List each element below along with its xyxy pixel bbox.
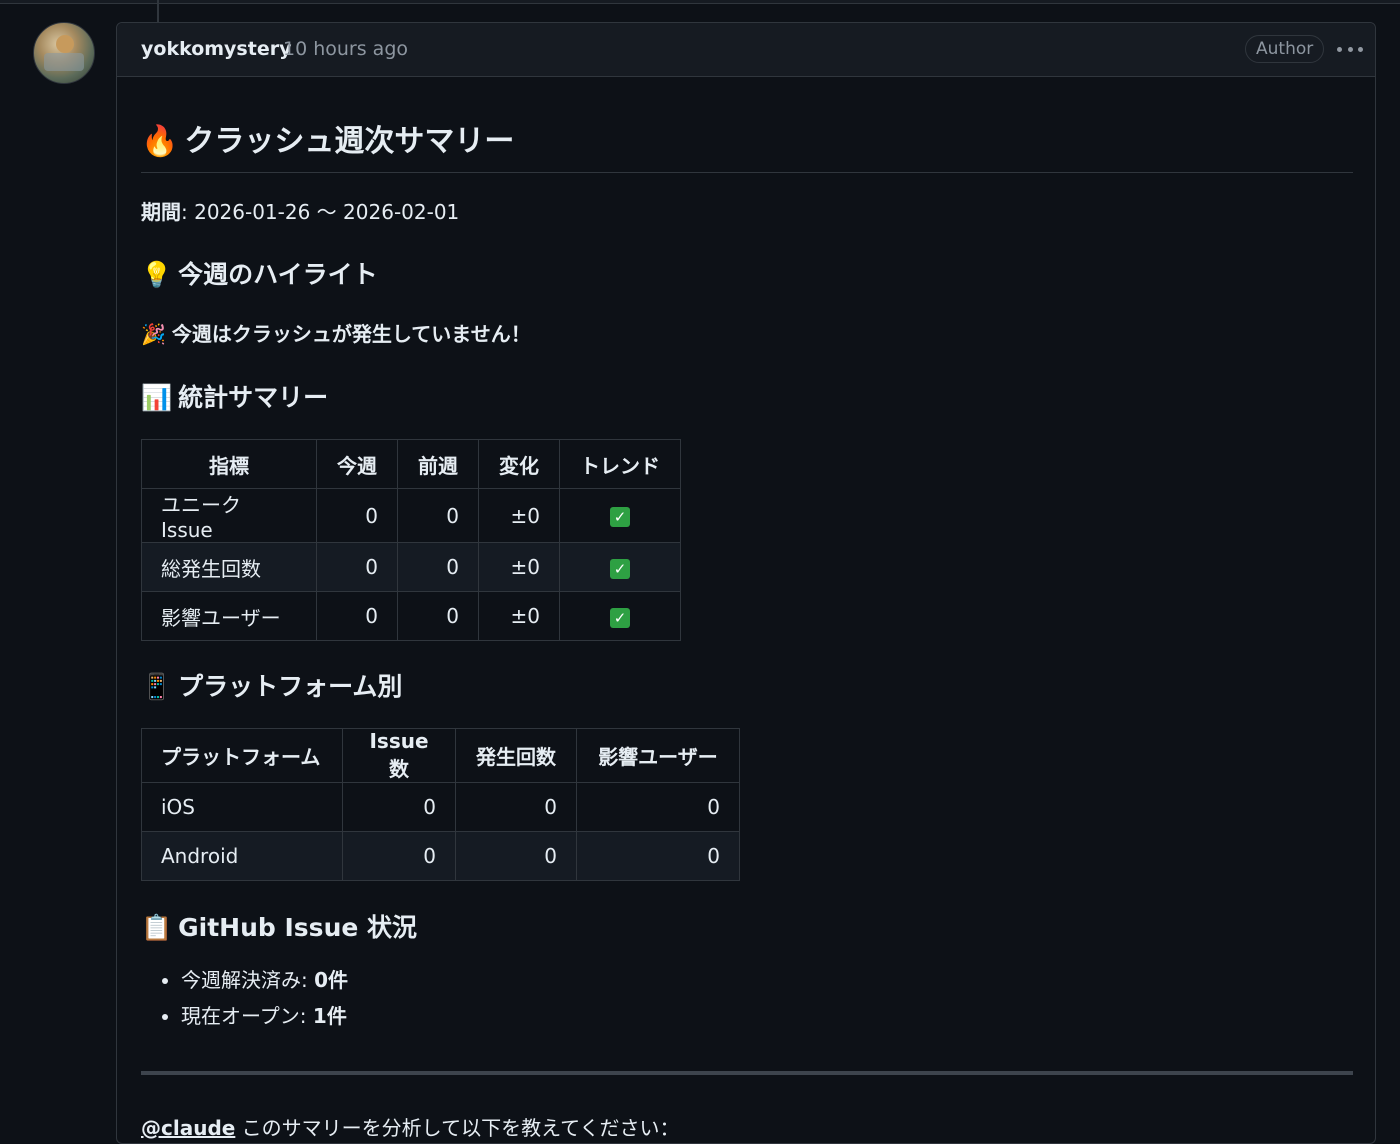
bar-chart-icon: 📊 — [141, 383, 173, 412]
period-label: 期間 — [141, 200, 181, 224]
metric-cell: 総発生回数 — [141, 542, 317, 592]
this-week-cell: 0 — [316, 488, 398, 543]
avatar[interactable] — [33, 22, 95, 84]
metric-cell: 影響ユーザー — [141, 591, 317, 641]
mobile-phone-icon: 📱 — [141, 672, 173, 701]
timeline-line — [157, 0, 159, 22]
change-cell: ±0 — [478, 591, 560, 641]
list-item: 現在オープン: 1件 — [181, 998, 348, 1034]
affected-users-cell: 0 — [576, 831, 740, 881]
platform-table: プラットフォーム Issue数 発生回数 影響ユーザー iOS 0 0 0 An… — [141, 728, 740, 881]
platform-cell: Android — [141, 831, 343, 881]
comment-header: yokkomystery 10 hours ago Author — [117, 23, 1375, 77]
occurrences-cell: 0 — [455, 831, 577, 881]
col-this-week: 今週 — [316, 439, 398, 489]
col-affected-users: 影響ユーザー — [576, 728, 740, 783]
highlight-heading-text: 今週のハイライト — [178, 260, 378, 289]
resolved-value: 0件 — [314, 968, 349, 992]
change-cell: ±0 — [478, 542, 560, 592]
trend-cell: ✓ — [559, 591, 681, 641]
github-heading-text: GitHub Issue 状況 — [178, 913, 418, 942]
this-week-cell: 0 — [316, 591, 398, 641]
metric-cell: ユニーク Issue — [141, 488, 317, 543]
col-platform: プラットフォーム — [141, 728, 343, 783]
platform-header-row: プラットフォーム Issue数 発生回数 影響ユーザー — [141, 728, 740, 783]
platform-heading-text: プラットフォーム別 — [178, 672, 403, 701]
comment-box: yokkomystery 10 hours ago Author 🔥 クラッシュ週… — [116, 22, 1376, 1144]
open-label: 現在オープン: — [181, 1004, 313, 1028]
avatar-figure — [56, 35, 74, 53]
open-value: 1件 — [312, 1004, 347, 1028]
list-item: 今週解決済み: 0件 — [181, 962, 348, 998]
col-change: 変化 — [478, 439, 560, 489]
fire-icon: 🔥 — [141, 124, 179, 159]
col-last-week: 前週 — [397, 439, 479, 489]
col-occurrences: 発生回数 — [455, 728, 577, 783]
author-link[interactable]: yokkomystery — [141, 38, 291, 60]
no-crash-note: 🎉 今週はクラッシュが発生していません！ — [141, 318, 531, 347]
last-week-cell: 0 — [397, 542, 479, 592]
summary-title: 🔥 クラッシュ週次サマリー — [141, 122, 1353, 173]
change-cell: ±0 — [478, 488, 560, 543]
author-badge: Author — [1245, 35, 1325, 63]
resolved-label: 今週解決済み: — [181, 968, 315, 992]
stats-heading-text: 統計サマリー — [178, 383, 329, 412]
table-row: Android 0 0 0 — [141, 831, 740, 881]
platform-heading: 📱 プラットフォーム別 — [141, 670, 402, 704]
period-line: 期間: 2026-01-26 〜 2026-02-01 — [141, 196, 459, 225]
period-value: : 2026-01-26 〜 2026-02-01 — [181, 200, 460, 224]
top-border — [0, 0, 1400, 4]
summary-title-text: クラッシュ週次サマリー — [184, 124, 515, 159]
table-row: 影響ユーザー 0 0 ±0 ✓ — [141, 591, 681, 641]
lightbulb-icon: 💡 — [141, 260, 173, 289]
this-week-cell: 0 — [316, 542, 398, 592]
stats-heading: 📊 統計サマリー — [141, 381, 328, 415]
check-mark-icon: ✓ — [610, 607, 630, 628]
more-options-icon[interactable] — [1337, 47, 1363, 53]
last-week-cell: 0 — [397, 488, 479, 543]
horizontal-rule — [141, 1071, 1353, 1075]
stats-table: 指標 今週 前週 変化 トレンド ユニーク Issue 0 0 ±0 ✓ 総発生… — [141, 439, 681, 641]
timestamp-link[interactable]: 10 hours ago — [283, 38, 408, 60]
affected-users-cell: 0 — [576, 782, 740, 832]
table-row: iOS 0 0 0 — [141, 782, 740, 832]
col-issue-count: Issue数 — [342, 728, 456, 783]
highlight-heading: 💡 今週のハイライト — [141, 258, 378, 292]
trend-cell: ✓ — [559, 488, 681, 543]
check-mark-icon: ✓ — [610, 558, 630, 579]
github-status-list: 今週解決済み: 0件 現在オープン: 1件 — [141, 962, 348, 1034]
check-mark-icon: ✓ — [610, 507, 630, 527]
github-heading: 📋 GitHub Issue 状況 — [141, 911, 417, 945]
occurrences-cell: 0 — [455, 782, 577, 832]
trend-cell: ✓ — [559, 542, 681, 592]
table-row: 総発生回数 0 0 ±0 ✓ — [141, 542, 681, 592]
claude-mention-link[interactable]: @claude — [141, 1116, 235, 1140]
avatar-desk — [44, 53, 84, 71]
issue-count-cell: 0 — [342, 831, 456, 881]
party-popper-icon: 🎉 — [141, 322, 166, 346]
col-trend: トレンド — [559, 439, 681, 489]
mention-line: @claude このサマリーを分析して以下を教えてください： — [141, 1112, 680, 1141]
issue-count-cell: 0 — [342, 782, 456, 832]
table-row: ユニーク Issue 0 0 ±0 ✓ — [141, 488, 681, 543]
platform-cell: iOS — [141, 782, 343, 832]
last-week-cell: 0 — [397, 591, 479, 641]
stats-header-row: 指標 今週 前週 変化 トレンド — [141, 439, 681, 489]
no-crash-note-text: 今週はクラッシュが発生していません！ — [171, 322, 531, 346]
mention-text: このサマリーを分析して以下を教えてください： — [235, 1116, 680, 1140]
clipboard-icon: 📋 — [141, 913, 173, 942]
col-metric: 指標 — [141, 439, 317, 489]
